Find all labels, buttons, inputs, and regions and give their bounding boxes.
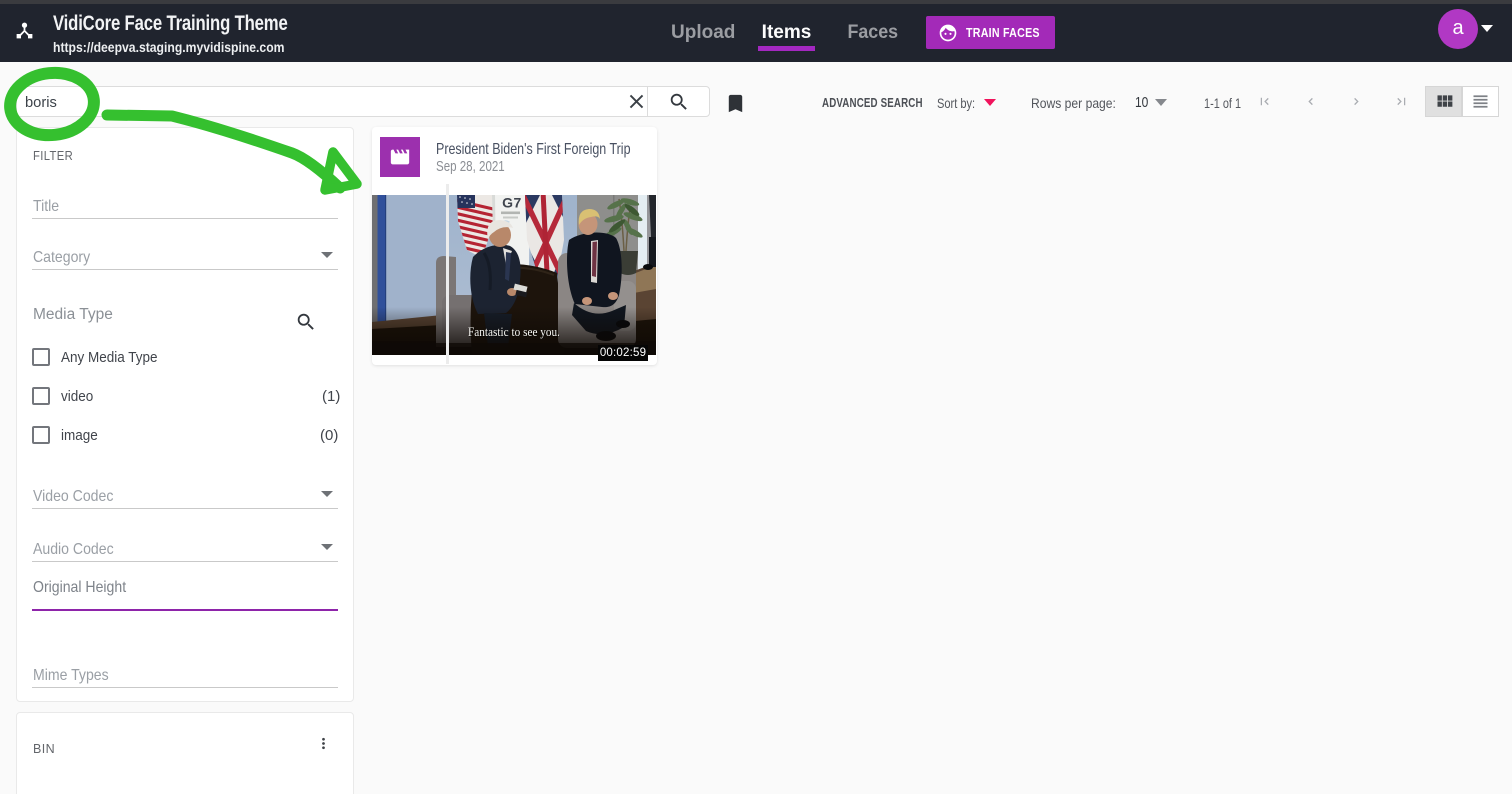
svg-text:G7: G7 — [502, 195, 522, 211]
svg-text:Fantastic to see you.: Fantastic to see you. — [468, 324, 560, 339]
